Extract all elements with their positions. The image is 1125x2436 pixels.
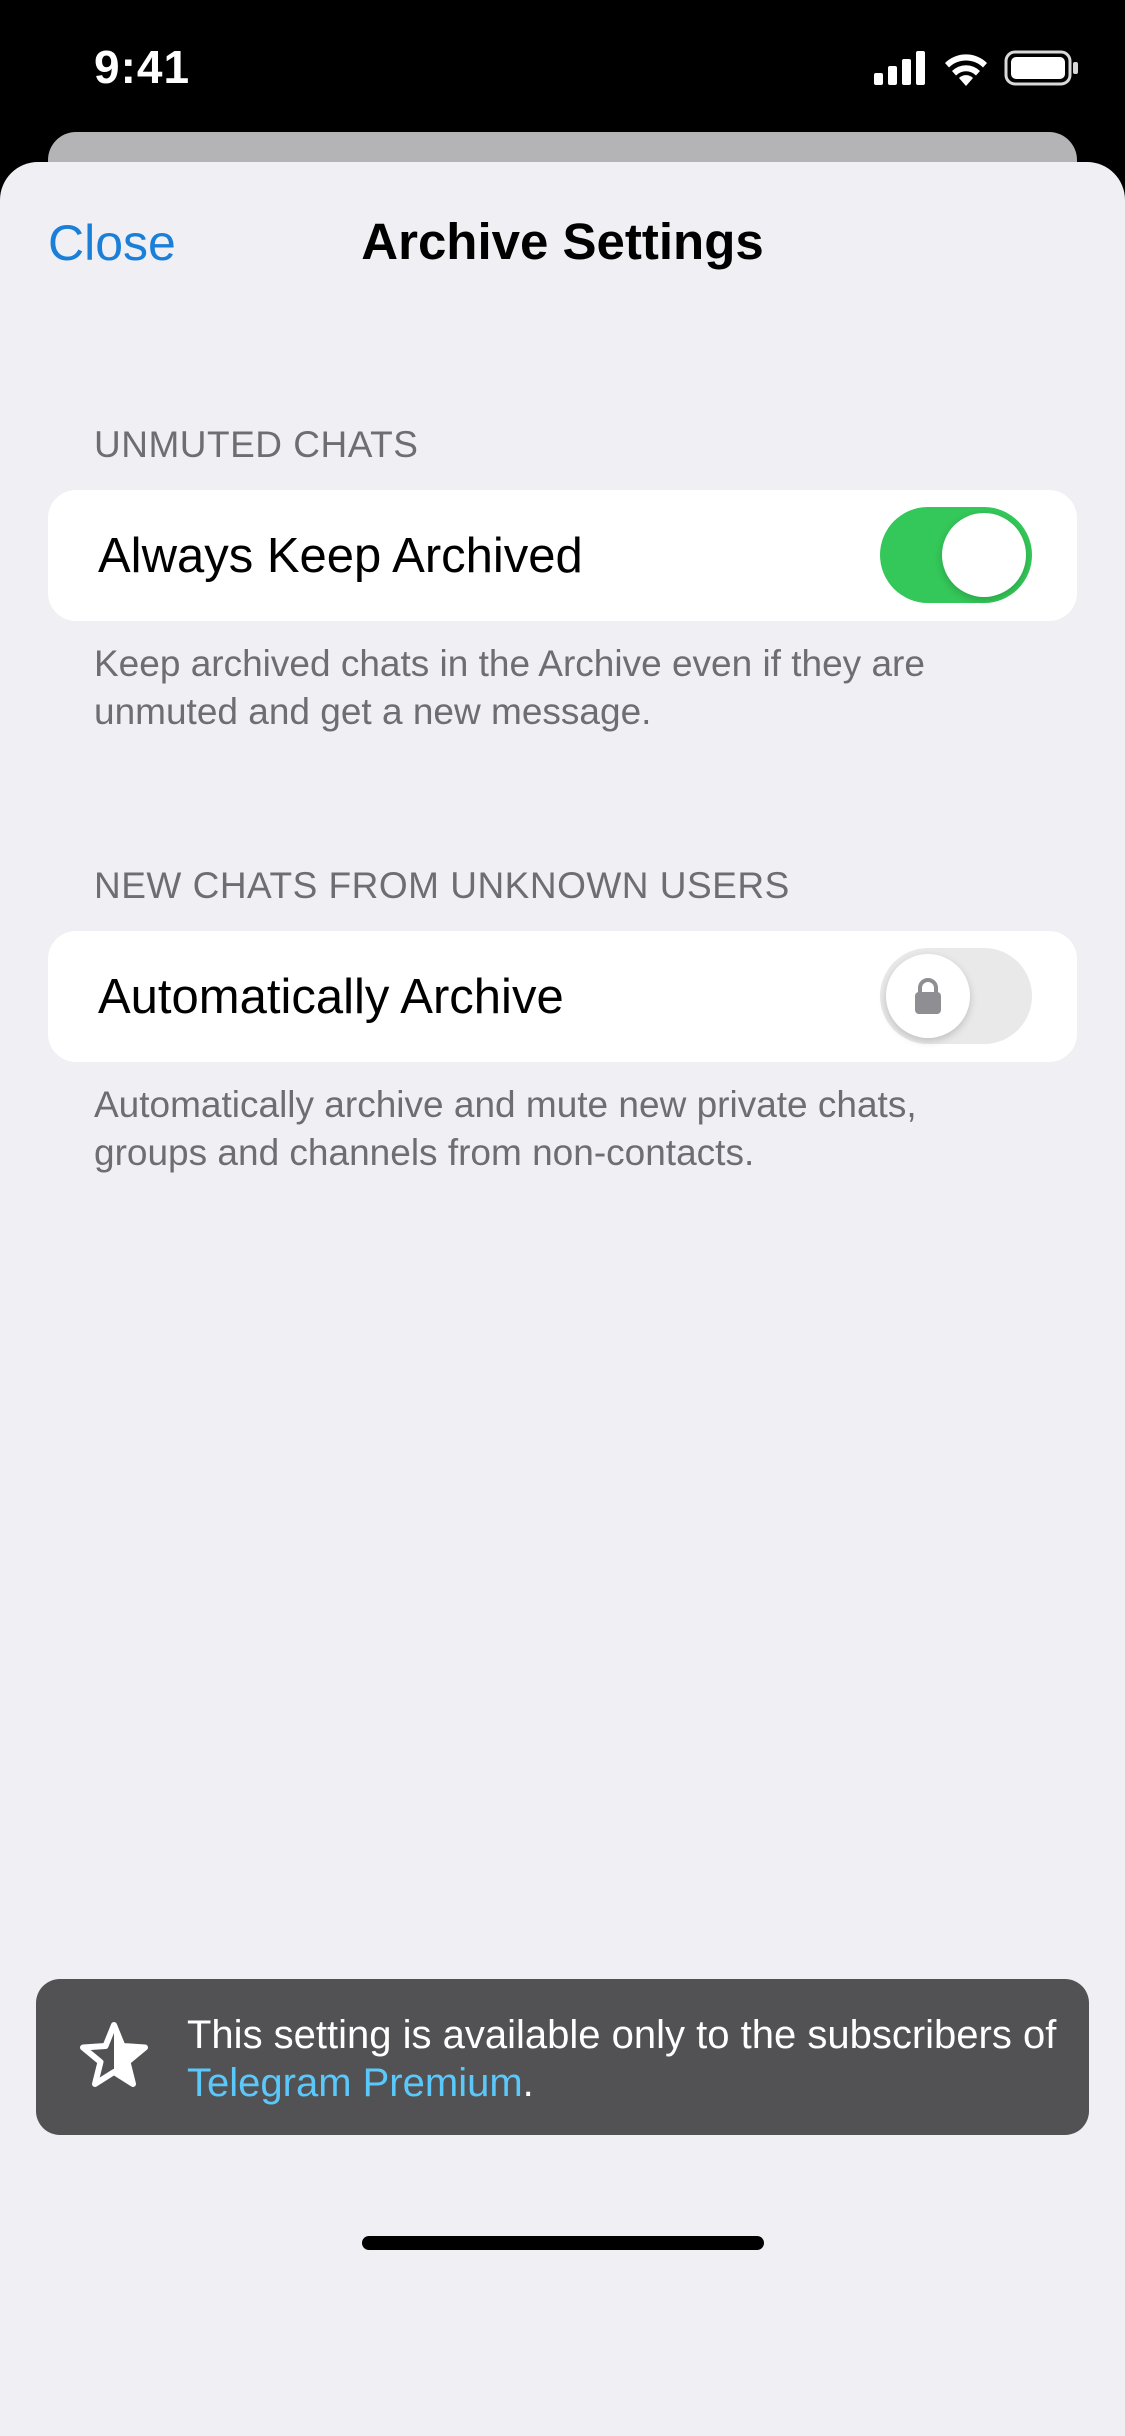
lock-icon: [915, 978, 941, 1014]
premium-toast[interactable]: This setting is available only to the su…: [36, 1979, 1089, 2135]
page-title: Archive Settings: [361, 213, 764, 270]
premium-star-icon: [80, 2022, 148, 2087]
automatically-archive-row: Automatically Archive: [48, 931, 1077, 1062]
toast-message: This setting is available only to the su…: [187, 2011, 1067, 2107]
toggle-knob: [942, 513, 1026, 597]
always-keep-archived-row: Always Keep Archived: [48, 490, 1077, 621]
status-time: 9:41: [94, 41, 191, 93]
battery-icon: [1004, 50, 1078, 86]
automatically-archive-toggle[interactable]: [880, 948, 1032, 1044]
always-keep-archived-toggle[interactable]: [880, 507, 1032, 603]
toast-text-before: This setting is available only to the su…: [187, 2013, 1057, 2057]
unmuted-chats-footer: Keep archived chats in the Archive even …: [94, 643, 925, 732]
home-indicator[interactable]: [362, 2236, 764, 2250]
toggle-knob: [886, 954, 970, 1038]
always-keep-archived-label: Always Keep Archived: [98, 529, 583, 583]
section-header-unmuted-chats: UNMUTED CHATS: [94, 424, 419, 465]
new-chats-footer: Automatically archive and mute new priva…: [94, 1084, 917, 1173]
wifi-icon: [945, 54, 987, 86]
status-bar: 9:41: [0, 0, 1125, 135]
toast-text-after: .: [522, 2061, 534, 2105]
section-header-new-chats: NEW CHATS FROM UNKNOWN USERS: [94, 865, 790, 906]
status-icons: [874, 50, 1080, 86]
telegram-premium-link[interactable]: Telegram Premium: [187, 2061, 523, 2105]
automatically-archive-label: Automatically Archive: [98, 970, 564, 1024]
cellular-signal-icon: [874, 51, 925, 85]
